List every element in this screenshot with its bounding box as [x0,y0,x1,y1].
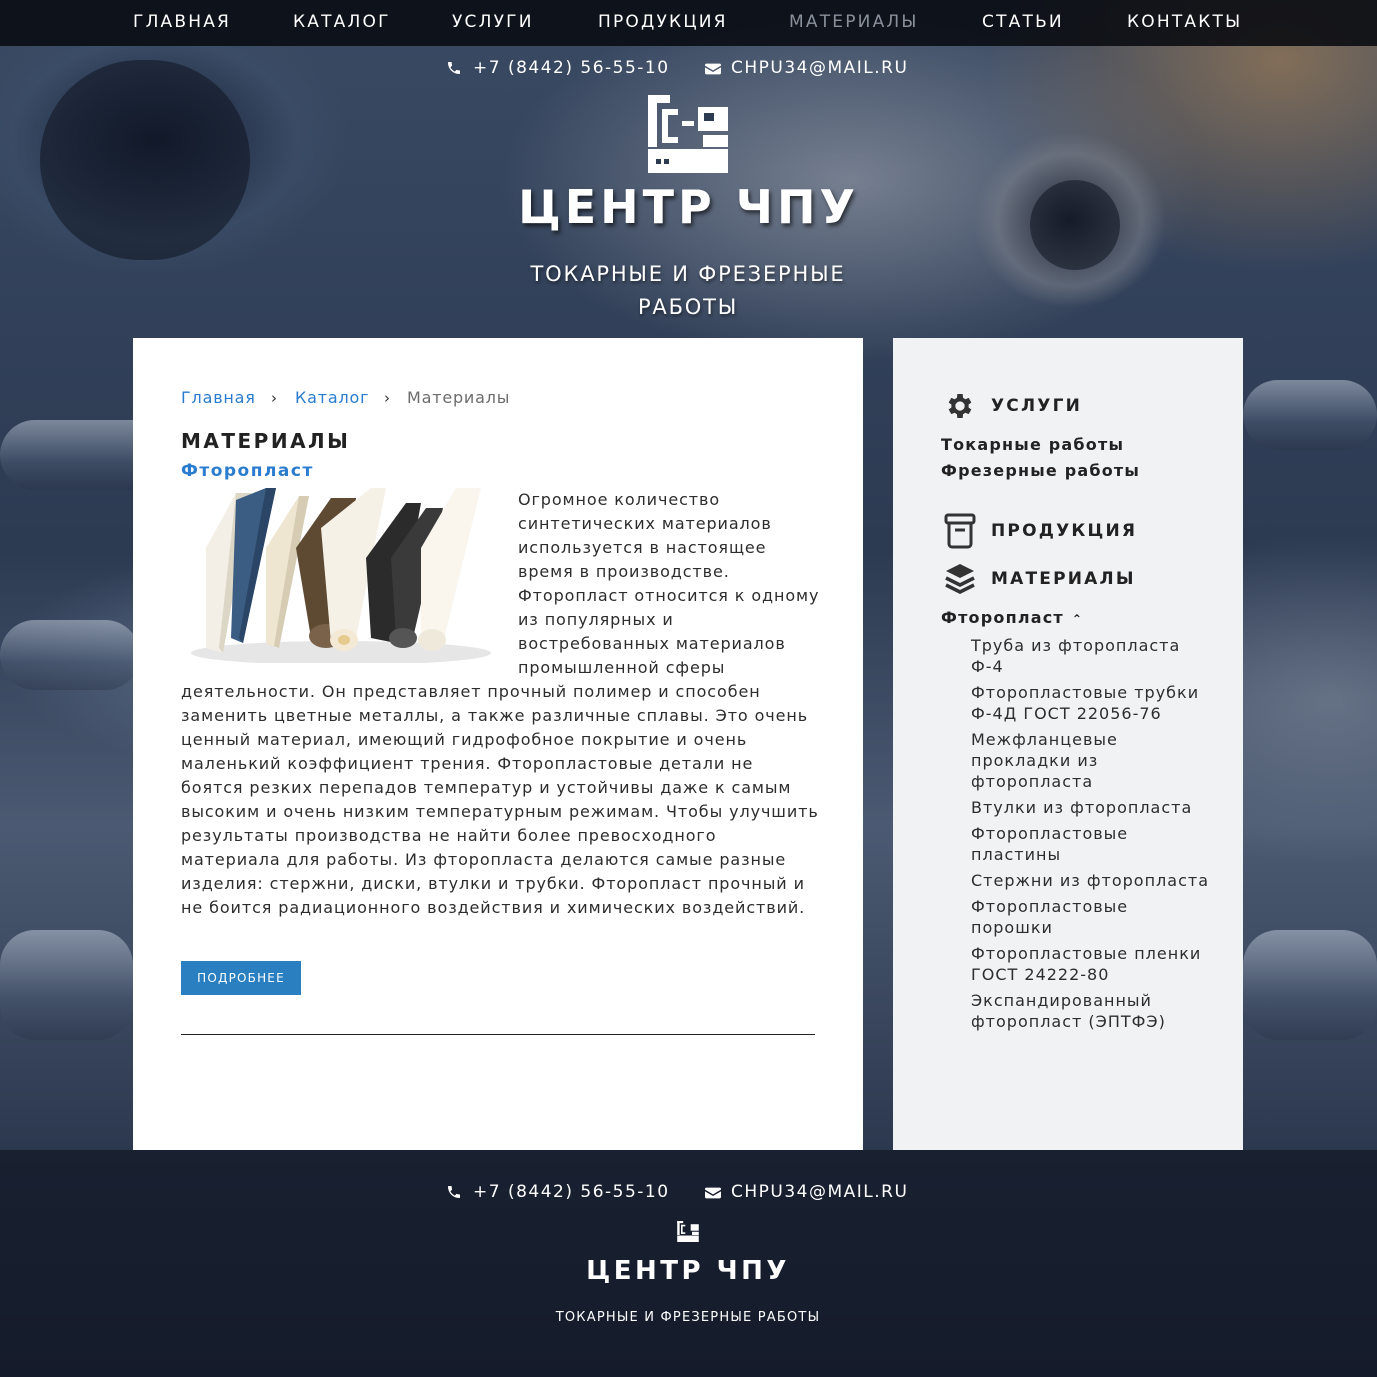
layers-icon [945,564,975,594]
bg-rod [0,930,133,1040]
nav-item-materials[interactable]: МАТЕРИАЛЫ [789,12,919,32]
material-title-link[interactable]: Фторопласт [181,461,314,481]
nav-item-articles[interactable]: СТАТЬИ [982,12,1064,32]
divider [181,1034,815,1035]
logo-icon[interactable] [648,95,728,173]
list-item[interactable]: Втулки из фторопласта [971,797,1211,818]
footer: +7 (8442) 56-55-10 CHPU34@MAIL.RU ЦЕНТР … [0,1150,1377,1377]
logo-icon[interactable] [677,1221,699,1242]
sidebar-material-list: Труба из фторопласта Ф-4 Фторопластовые … [971,635,1211,1037]
footer-brand-subtitle: ТОКАРНЫЕ И ФРЕЗЕРНЫЕ РАБОТЫ [555,1310,821,1325]
list-item[interactable]: Фторопластовые трубки Ф-4Д ГОСТ 22056-76 [971,682,1211,724]
footer-phone-text: +7 (8442) 56-55-10 [473,1182,670,1202]
nav-item-home[interactable]: ГЛАВНАЯ [133,12,231,32]
header-phone-text: +7 (8442) 56-55-10 [473,58,670,78]
bg-rod [1243,930,1377,1040]
sidebar-heading-products[interactable]: ПРОДУКЦИЯ [991,521,1137,541]
list-item[interactable]: Фторопластовые пленки ГОСТ 24222-80 [971,943,1211,985]
breadcrumb-home[interactable]: Главная [181,388,256,407]
sidebar-group-ptfe[interactable]: Фторопласт ⌃ [941,608,1083,627]
more-button[interactable]: ПОДРОБНЕЕ [181,961,301,995]
footer-brand-title: ЦЕНТР ЧПУ [586,1256,790,1286]
box-icon [944,513,976,549]
header-email-text: CHPU34@MAIL.RU [731,58,909,78]
sidebar-item-milling[interactable]: Фрезерные работы [941,461,1140,480]
material-image [181,488,491,665]
bg-chuck [40,60,250,260]
nav-item-contacts[interactable]: КОНТАКТЫ [1127,12,1242,32]
article: Огромное количество синтетических матери… [181,488,821,920]
envelope-icon [705,63,721,75]
sidebar: УСЛУГИ Токарные работы Фрезерные работы … [893,338,1243,1150]
breadcrumb-current: Материалы [407,388,511,407]
breadcrumb-separator: › [384,389,391,407]
list-item[interactable]: Стержни из фторопласта [971,870,1211,891]
gear-icon [948,394,972,418]
nav-item-services[interactable]: УСЛУГИ [452,12,534,32]
sidebar-item-turning[interactable]: Токарные работы [941,435,1124,454]
top-navigation: ГЛАВНАЯ КАТАЛОГ УСЛУГИ ПРОДУКЦИЯ МАТЕРИА… [0,0,1377,46]
nav-item-products[interactable]: ПРОДУКЦИЯ [598,12,728,32]
nav-item-catalog[interactable]: КАТАЛОГ [293,12,391,32]
breadcrumb-catalog[interactable]: Каталог [295,388,369,407]
breadcrumb-separator: › [271,389,278,407]
header-email[interactable]: CHPU34@MAIL.RU [705,58,908,78]
list-item[interactable]: Фторопластовые порошки [971,896,1211,938]
phone-icon [448,1186,460,1198]
ptfe-rods-image [191,488,491,665]
sidebar-group-label: Фторопласт [941,608,1064,627]
footer-phone[interactable]: +7 (8442) 56-55-10 [446,1182,670,1202]
brand-subtitle: ТОКАРНЫЕ И ФРЕЗЕРНЫЕ РАБОТЫ [530,262,846,319]
list-item[interactable]: Фторопластовые пластины [971,823,1211,865]
sidebar-heading-materials[interactable]: МАТЕРИАЛЫ [991,569,1136,589]
footer-email[interactable]: CHPU34@MAIL.RU [705,1182,908,1202]
header-phone[interactable]: +7 (8442) 56-55-10 [446,58,670,78]
phone-icon [448,62,460,74]
page-title: МАТЕРИАЛЫ [181,429,351,453]
sidebar-heading-services[interactable]: УСЛУГИ [991,396,1082,416]
bg-rod [1243,380,1377,450]
footer-email-text: CHPU34@MAIL.RU [731,1182,909,1202]
chevron-up-icon: ⌃ [1071,612,1084,626]
list-item[interactable]: Межфланцевые прокладки из фторопласта [971,729,1211,792]
list-item[interactable]: Экспандированный фторопласт (ЭПТФЭ) [971,990,1211,1032]
envelope-icon [705,1187,721,1199]
bg-hole [1030,180,1120,270]
bg-rod [0,620,140,690]
list-item[interactable]: Труба из фторопласта Ф-4 [971,635,1211,677]
main-content: Главная › Каталог › Материалы МАТЕРИАЛЫ … [133,338,863,1150]
brand-title: ЦЕНТР ЧПУ [518,180,859,234]
